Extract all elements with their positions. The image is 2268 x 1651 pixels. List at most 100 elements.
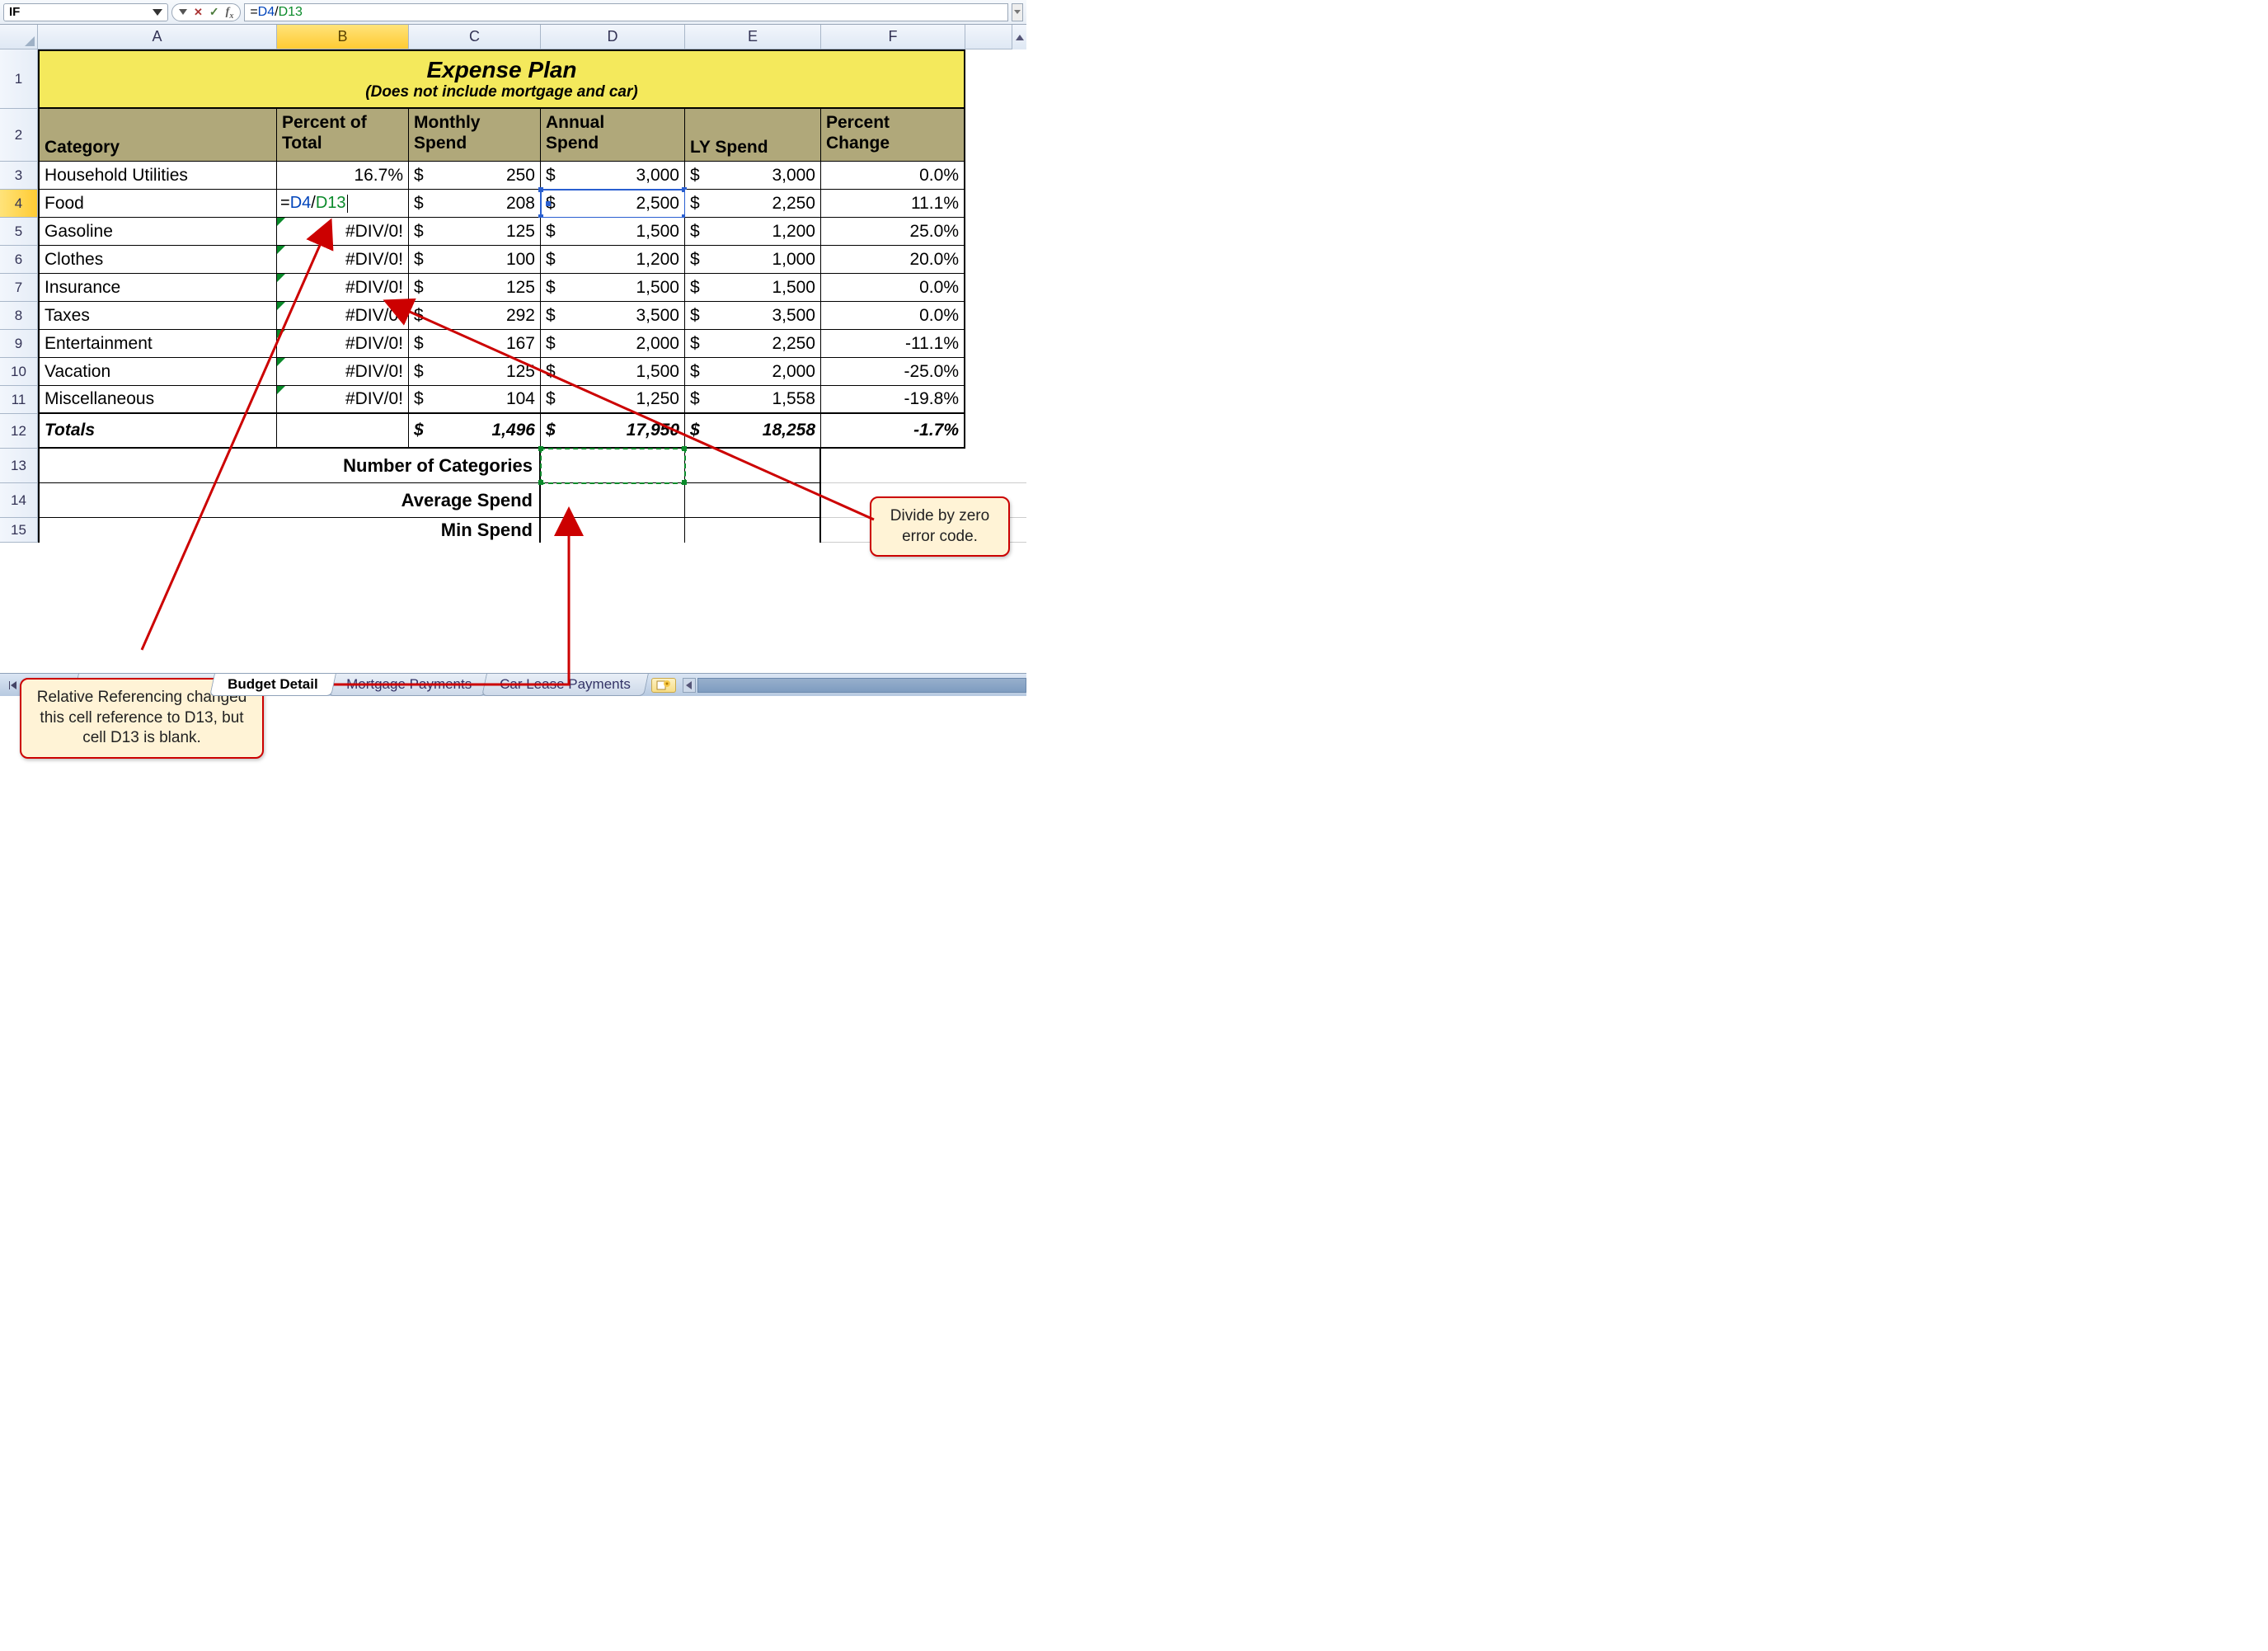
row-header-6[interactable]: 6 — [0, 246, 38, 274]
cell-c7[interactable]: $125 — [409, 274, 541, 302]
col-header-f[interactable]: F — [821, 25, 965, 49]
cell-a11[interactable]: Miscellaneous — [38, 386, 277, 414]
cell-f6[interactable]: 20.0% — [821, 246, 965, 274]
cell-d12[interactable]: $17,950 — [541, 414, 685, 449]
enter-button[interactable]: ✓ — [209, 5, 219, 19]
cell-d5[interactable]: $1,500 — [541, 218, 685, 246]
cell-a5[interactable]: Gasoline — [38, 218, 277, 246]
cell-f7[interactable]: 0.0% — [821, 274, 965, 302]
cell-d13[interactable] — [541, 449, 685, 483]
cell-e6[interactable]: $1,000 — [685, 246, 821, 274]
cell-e8[interactable]: $3,500 — [685, 302, 821, 330]
tab-car-lease-payments[interactable]: Car Lease Payments — [481, 674, 648, 696]
insert-function-button[interactable]: fx — [226, 4, 234, 21]
tab-mortgage-payments[interactable]: Mortgage Payments — [328, 674, 490, 696]
cancel-button[interactable]: ✕ — [194, 6, 203, 19]
cell-c9[interactable]: $167 — [409, 330, 541, 358]
header-category[interactable]: Category — [38, 109, 277, 162]
header-ly-spend[interactable]: LY Spend — [685, 109, 821, 162]
cell-b11[interactable]: #DIV/0! — [277, 386, 409, 414]
header-annual-spend[interactable]: Annual Spend — [541, 109, 685, 162]
cell-label-13[interactable]: Number of Categories — [38, 449, 541, 483]
cell-a10[interactable]: Vacation — [38, 358, 277, 386]
cell-c5[interactable]: $125 — [409, 218, 541, 246]
cell-a7[interactable]: Insurance — [38, 274, 277, 302]
dropdown-icon[interactable] — [179, 9, 187, 15]
cell-c3[interactable]: $250 — [409, 162, 541, 190]
header-percent-change[interactable]: Percent Change — [821, 109, 965, 162]
col-header-e[interactable]: E — [685, 25, 821, 49]
cell-b8[interactable]: #DIV/0! — [277, 302, 409, 330]
cell-c12[interactable]: $1,496 — [409, 414, 541, 449]
row-header-1[interactable]: 1 — [0, 49, 38, 109]
row-header-5[interactable]: 5 — [0, 218, 38, 246]
cell-d10[interactable]: $1,500 — [541, 358, 685, 386]
cell-b6[interactable]: #DIV/0! — [277, 246, 409, 274]
formula-input[interactable]: =D4/D13 — [244, 3, 1008, 21]
cell-f10[interactable]: -25.0% — [821, 358, 965, 386]
cell-b12[interactable] — [277, 414, 409, 449]
cell-b9[interactable]: #DIV/0! — [277, 330, 409, 358]
cell-b3[interactable]: 16.7% — [277, 162, 409, 190]
cell-b5[interactable]: #DIV/0! — [277, 218, 409, 246]
cell-d11[interactable]: $1,250 — [541, 386, 685, 414]
cell-label-14[interactable]: Average Spend — [38, 483, 541, 518]
cell-f4[interactable]: 11.1% — [821, 190, 965, 218]
row-header-2[interactable]: 2 — [0, 109, 38, 162]
col-header-c[interactable]: C — [409, 25, 541, 49]
scroll-up-button[interactable] — [1012, 25, 1026, 49]
cell-label-15[interactable]: Min Spend — [38, 518, 541, 543]
cell-d3[interactable]: $3,000 — [541, 162, 685, 190]
row-header-10[interactable]: 10 — [0, 358, 38, 386]
cell-c8[interactable]: $292 — [409, 302, 541, 330]
horizontal-scrollbar[interactable] — [697, 678, 1026, 693]
header-monthly-spend[interactable]: Monthly Spend — [409, 109, 541, 162]
cell-e13[interactable] — [685, 449, 821, 483]
row-header-8[interactable]: 8 — [0, 302, 38, 330]
cell-b7[interactable]: #DIV/0! — [277, 274, 409, 302]
row-header-11[interactable]: 11 — [0, 386, 38, 414]
row-header-12[interactable]: 12 — [0, 414, 38, 449]
cell-e7[interactable]: $1,500 — [685, 274, 821, 302]
cell-e11[interactable]: $1,558 — [685, 386, 821, 414]
cell-e12[interactable]: $18,258 — [685, 414, 821, 449]
cell-d9[interactable]: $2,000 — [541, 330, 685, 358]
col-header-b[interactable]: B — [277, 25, 409, 49]
name-box[interactable]: IF — [3, 3, 168, 21]
row-header-3[interactable]: 3 — [0, 162, 38, 190]
cell-f3[interactable]: 0.0% — [821, 162, 965, 190]
cell-a6[interactable]: Clothes — [38, 246, 277, 274]
cell-e9[interactable]: $2,250 — [685, 330, 821, 358]
cell-c10[interactable]: $125 — [409, 358, 541, 386]
row-header-14[interactable]: 14 — [0, 483, 38, 518]
cell-c11[interactable]: $104 — [409, 386, 541, 414]
cell-b10[interactable]: #DIV/0! — [277, 358, 409, 386]
row-header-13[interactable]: 13 — [0, 449, 38, 483]
cell-e14[interactable] — [685, 483, 821, 518]
insert-worksheet-button[interactable] — [651, 678, 676, 693]
cell-b4-editing[interactable]: =D4/D13 — [277, 190, 409, 218]
name-box-dropdown-icon[interactable] — [153, 9, 162, 16]
expand-formula-bar-button[interactable] — [1012, 3, 1023, 21]
cell-a12[interactable]: Totals — [38, 414, 277, 449]
cell-e10[interactable]: $2,000 — [685, 358, 821, 386]
col-header-a[interactable]: A — [38, 25, 277, 49]
cell-f12[interactable]: -1.7% — [821, 414, 965, 449]
scroll-left-button[interactable] — [683, 678, 696, 693]
col-header-d[interactable]: D — [541, 25, 685, 49]
row-header-4[interactable]: 4 — [0, 190, 38, 218]
cell-c6[interactable]: $100 — [409, 246, 541, 274]
cell-a8[interactable]: Taxes — [38, 302, 277, 330]
title-cell[interactable]: Expense Plan (Does not include mortgage … — [38, 49, 965, 109]
cell-d7[interactable]: $1,500 — [541, 274, 685, 302]
cell-d4[interactable]: $2,500 — [541, 190, 685, 218]
cell-a3[interactable]: Household Utilities — [38, 162, 277, 190]
row-header-9[interactable]: 9 — [0, 330, 38, 358]
cell-d8[interactable]: $3,500 — [541, 302, 685, 330]
cell-d6[interactable]: $1,200 — [541, 246, 685, 274]
cell-a9[interactable]: Entertainment — [38, 330, 277, 358]
cell-c4[interactable]: $208 — [409, 190, 541, 218]
cell-a4[interactable]: Food — [38, 190, 277, 218]
tab-budget-detail[interactable]: Budget Detail — [209, 674, 336, 696]
cell-f8[interactable]: 0.0% — [821, 302, 965, 330]
